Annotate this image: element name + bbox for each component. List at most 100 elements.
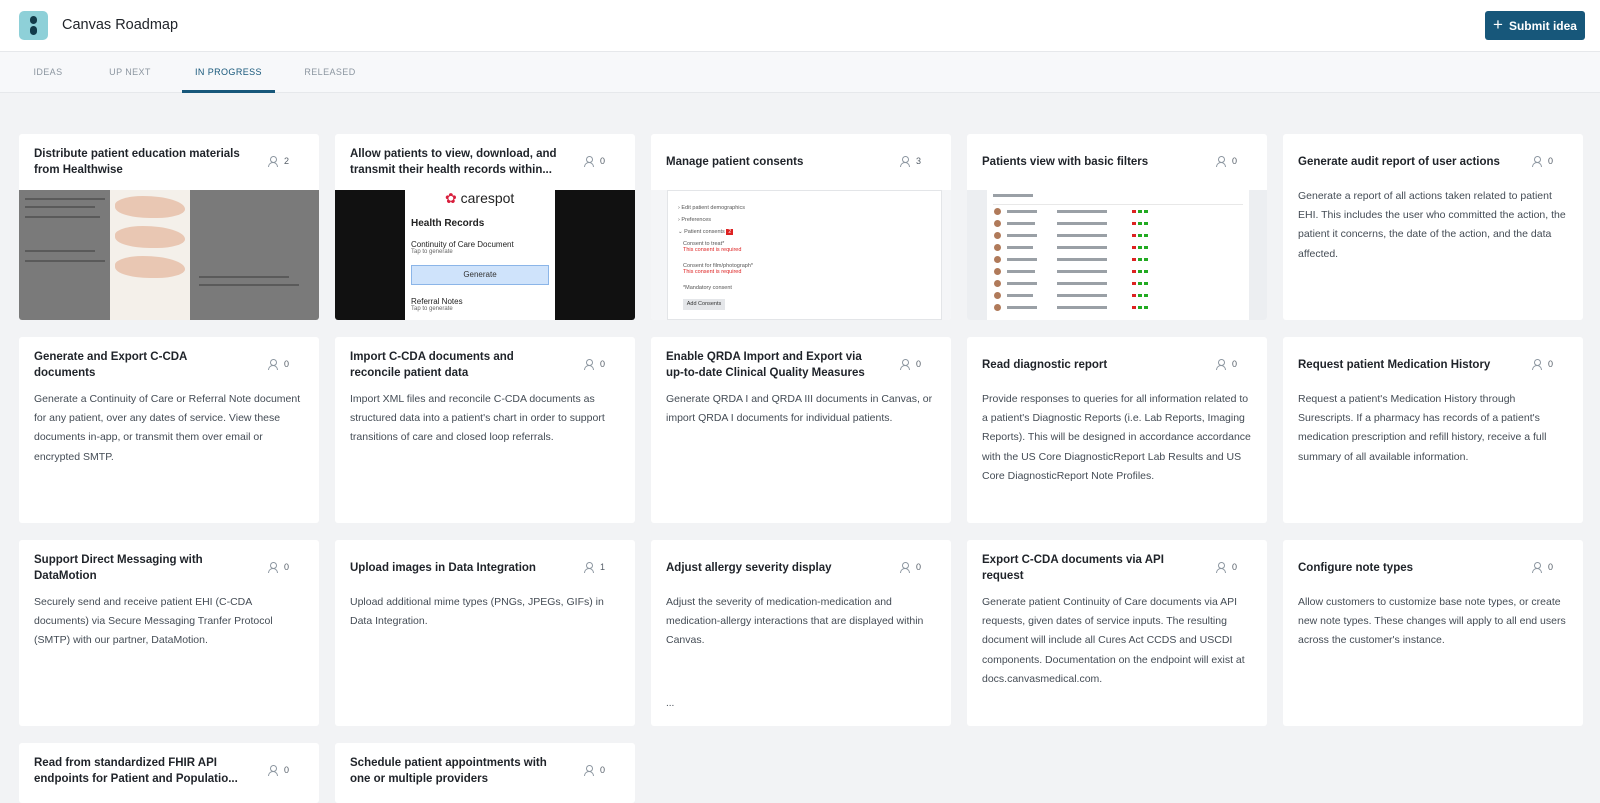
referral-row: Referral Notes Tap to generate: [411, 297, 463, 312]
card-title: Generate audit report of user actions: [1298, 156, 1500, 168]
person-icon: [900, 562, 911, 573]
person-icon: [900, 359, 911, 370]
patients-list-thumbnail: [967, 190, 1267, 320]
person-icon: [268, 765, 279, 776]
vote-count: 0: [268, 765, 289, 776]
card-title: Read diagnostic report: [982, 359, 1108, 371]
roadmap-card[interactable]: Generate and Export C-CDA documents 0 Ge…: [19, 337, 319, 523]
vote-number: 0: [283, 765, 289, 775]
person-icon: [268, 562, 279, 573]
vote-number: 0: [1231, 562, 1237, 572]
roadmap-card[interactable]: Allow patients to view, download, and tr…: [335, 134, 635, 320]
vote-count: 0: [1532, 156, 1553, 167]
tab-ideas[interactable]: IDEAS: [20, 52, 76, 93]
vote-number: 0: [599, 359, 605, 369]
person-icon: [584, 359, 595, 370]
more-ellipsis: ...: [666, 698, 675, 709]
tab-in-progress[interactable]: IN PROGRESS: [182, 52, 275, 93]
roadmap-card[interactable]: Read from standardized FHIR API endpoint…: [19, 743, 319, 803]
card-description: Generate patient Continuity of Care docu…: [982, 596, 1245, 685]
roadmap-card[interactable]: Enable QRDA Import and Export via up-to-…: [651, 337, 951, 523]
vote-count: 0: [1216, 359, 1237, 370]
roadmap-card[interactable]: Generate audit report of user actions 0 …: [1283, 134, 1583, 320]
person-icon: [584, 156, 595, 167]
person-icon: [1216, 359, 1227, 370]
vote-number: 0: [1231, 156, 1237, 166]
roadmap-card[interactable]: Request patient Medication History 0 Req…: [1283, 337, 1583, 523]
card-title: Adjust allergy severity display: [666, 562, 832, 574]
person-icon: [1216, 562, 1227, 573]
card-title: Read from standardized FHIR API endpoint…: [34, 757, 238, 785]
person-icon: [268, 359, 279, 370]
vote-count: 0: [584, 156, 605, 167]
roadmap-card[interactable]: Schedule patient appointments with one o…: [335, 743, 635, 803]
tab-released[interactable]: RELEASED: [292, 52, 368, 93]
roadmap-card[interactable]: Import C-CDA documents and reconcile pat…: [335, 337, 635, 523]
card-title: Allow patients to view, download, and tr…: [350, 148, 557, 176]
consents-thumbnail: › Edit patient demographics › Preference…: [651, 190, 951, 320]
roadmap-card[interactable]: Adjust allergy severity display 0 Adjust…: [651, 540, 951, 726]
health-records-heading: Health Records: [411, 218, 485, 229]
vote-count: 3: [900, 156, 921, 167]
roadmap-card[interactable]: Distribute patient education materials f…: [19, 134, 319, 320]
card-title: Distribute patient education materials f…: [34, 148, 240, 176]
vote-count: 0: [268, 562, 289, 573]
roadmap-card[interactable]: Manage patient consents 3 › Edit patient…: [651, 134, 951, 320]
healthwise-thumbnail: [19, 190, 319, 320]
tab-up-next[interactable]: UP NEXT: [94, 52, 166, 93]
roadmap-card[interactable]: Upload images in Data Integration 1 Uplo…: [335, 540, 635, 726]
person-icon: [268, 156, 279, 167]
generate-button: Generate: [411, 265, 549, 285]
vote-number: 0: [283, 562, 289, 572]
card-description: Request a patient's Medication History t…: [1298, 393, 1547, 463]
add-consents-button: Add Consents: [683, 299, 725, 310]
vote-number: 2: [283, 156, 289, 166]
roadmap-card[interactable]: Support Direct Messaging with DataMotion…: [19, 540, 319, 726]
vote-count: 0: [268, 359, 289, 370]
plus-icon: +: [1493, 15, 1503, 34]
card-description: Generate a report of all actions taken r…: [1298, 190, 1566, 260]
roadmap-card[interactable]: Patients view with basic filters 0: [967, 134, 1267, 320]
roadmap-card[interactable]: Read diagnostic report 0 Provide respons…: [967, 337, 1267, 523]
vote-number: 0: [1547, 156, 1553, 166]
vote-number: 0: [915, 562, 921, 572]
vote-count: 0: [900, 359, 921, 370]
person-icon: [1532, 562, 1543, 573]
app-title: Canvas Roadmap: [62, 17, 179, 33]
vote-number: 0: [599, 765, 605, 775]
card-title: Request patient Medication History: [1298, 359, 1491, 371]
carespot-logo: ✿ carespot: [445, 190, 515, 206]
person-icon: [1532, 156, 1543, 167]
ccd-row: Continuity of Care Document Tap to genera…: [411, 240, 514, 255]
card-title: Import C-CDA documents and reconcile pat…: [350, 351, 514, 379]
vote-count: 0: [1532, 562, 1553, 573]
canvas-logo[interactable]: [19, 11, 48, 40]
vote-count: 0: [584, 765, 605, 776]
vote-number: 0: [1231, 359, 1237, 369]
vote-number: 0: [915, 359, 921, 369]
roadmap-card[interactable]: Export C-CDA documents via API request 0…: [967, 540, 1267, 726]
submit-idea-label: Submit idea: [1508, 18, 1577, 33]
person-icon: [584, 765, 595, 776]
vote-count: 0: [1216, 562, 1237, 573]
vote-number: 0: [283, 359, 289, 369]
top-bar: Canvas Roadmap + Submit idea: [0, 0, 1600, 51]
person-icon: [900, 156, 911, 167]
card-title: Enable QRDA Import and Export via up-to-…: [666, 351, 865, 379]
vote-number: 0: [1547, 562, 1553, 572]
vote-count: 0: [1216, 156, 1237, 167]
roadmap-card[interactable]: Configure note types 0 Allow customers t…: [1283, 540, 1583, 726]
submit-idea-button[interactable]: + Submit idea: [1485, 11, 1585, 40]
card-description: Generate a Continuity of Care or Referra…: [34, 393, 301, 463]
vote-number: 3: [915, 156, 921, 166]
card-title: Manage patient consents: [666, 156, 804, 168]
card-description: Generate QRDA I and QRDA III documents i…: [666, 393, 933, 425]
person-icon: [584, 562, 595, 573]
vote-number: 1: [599, 562, 605, 572]
person-icon: [1216, 156, 1227, 167]
card-description: Securely send and receive patient EHI (C…: [34, 596, 273, 647]
card-title: Upload images in Data Integration: [350, 562, 536, 574]
vote-count: 0: [900, 562, 921, 573]
card-title: Export C-CDA documents via API request: [982, 554, 1164, 582]
card-title: Schedule patient appointments with one o…: [350, 757, 547, 785]
